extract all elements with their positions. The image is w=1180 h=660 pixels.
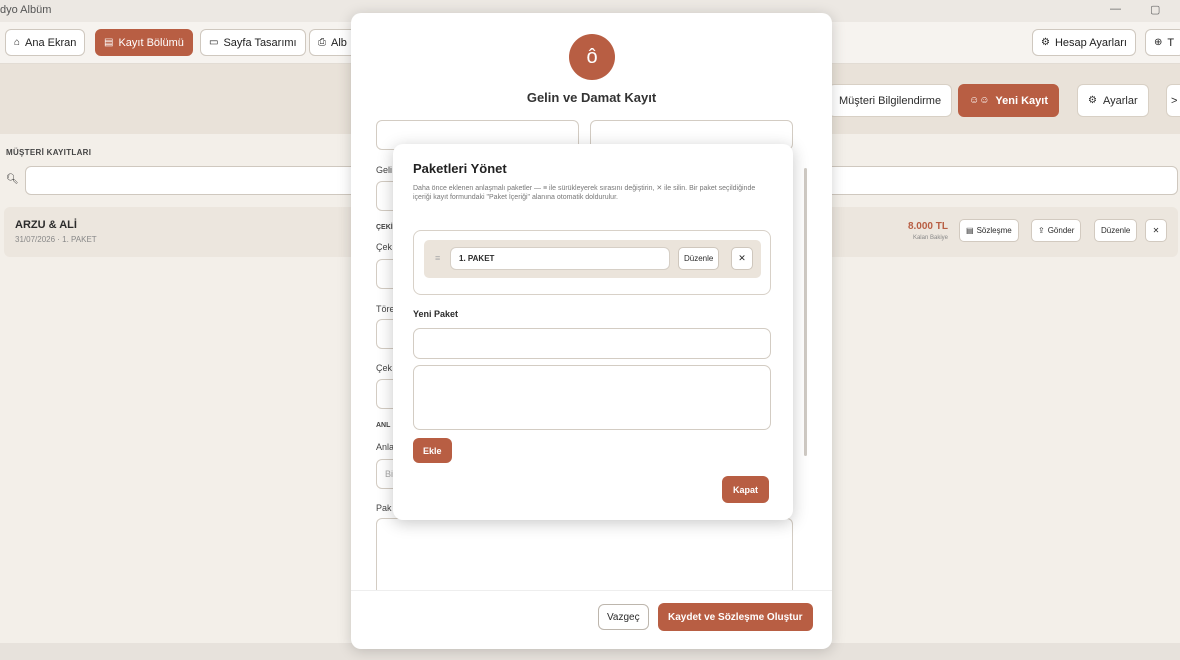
nav-home-button[interactable]: ⌂ Ana Ekran [5,29,86,56]
record-subtitle: 31/07/2026 · 1. PAKET [15,235,97,244]
nav-page-design-button[interactable]: ▭ Sayfa Tasarımı [200,29,306,56]
field-label: Çek [376,242,393,252]
calendar-icon: ▤ [104,37,114,48]
modal-title: Gelin ve Damat Kayıt [526,90,657,105]
document-icon: ▤ [966,226,974,235]
search-icon: 🔍︎ [6,174,19,185]
customer-info-button[interactable]: Müşteri Bilgilendirme [828,84,953,117]
cancel-button[interactable]: Vazgeç [598,604,649,630]
settings-button[interactable]: ⚙ Ayarlar [1077,84,1149,117]
couple-icon: ☺☺ [969,95,990,106]
field-label: Töre [376,304,395,314]
list-item[interactable]: ≡ 1. PAKET Düzenle ✕ [424,240,761,278]
printer-icon: ⎙ [318,37,326,48]
app-title: dyo Albüm [0,4,52,16]
record-amount-label: Kalan Bakiye [912,235,948,241]
delete-record-button[interactable]: ✕ [1145,219,1167,242]
ring-icon: ô [569,34,615,80]
package-list: ≡ 1. PAKET Düzenle ✕ [413,230,771,295]
package-name[interactable]: 1. PAKET [450,247,670,270]
close-icon: ✕ [738,253,746,263]
package-modal: Paketleri Yönet Daha önce eklenen anlaşm… [393,144,793,520]
home-icon: ⌂ [14,37,21,48]
close-button[interactable]: Kapat [722,476,770,503]
overflow-button[interactable]: > [1166,84,1180,117]
field-label: Çek [376,363,393,373]
account-settings-button[interactable]: ⚙ Hesap Ayarları [1032,29,1136,56]
field-label: Anla [376,442,395,452]
new-package-label: Yeni Paket [413,309,459,319]
drag-handle-icon[interactable]: ≡ [435,253,440,263]
gear-icon: ⚙ [1041,37,1050,48]
gear-icon: ⚙ [1088,95,1097,106]
edit-record-button[interactable]: Düzenle [1094,219,1138,242]
book-icon: ▭ [209,37,219,48]
language-button[interactable]: ⊕ T [1145,29,1180,56]
modal-scrollbar[interactable] [804,168,807,456]
send-button[interactable]: ⇪ Gönder [1031,219,1082,242]
nav-register-button[interactable]: ▤ Kayıt Bölümü [95,29,193,56]
package-modal-title: Paketleri Yönet [413,161,507,176]
record-name: ARZU & ALİ [15,219,77,231]
modal-footer-divider [351,590,832,591]
minimize-icon[interactable]: — [1110,3,1121,15]
add-package-button[interactable]: Ekle [413,438,452,463]
section-label: ANL [376,422,391,429]
delete-package-button[interactable]: ✕ [731,247,753,270]
new-record-button[interactable]: ☺☺ Yeni Kayıt [958,84,1059,117]
package-content-textarea[interactable] [376,518,793,590]
record-amount: 8.000 TL [907,221,948,232]
globe-icon: ⊕ [1154,37,1163,48]
field-label: Pak [376,503,392,513]
save-button[interactable]: Kaydet ve Sözleşme Oluştur [658,603,813,631]
new-package-content-textarea[interactable] [413,365,771,430]
section-label: ÇEKİ [376,224,393,231]
contract-button[interactable]: ▤ Sözleşme [959,219,1019,242]
records-section-title: MÜŞTERİ KAYITLARI [6,148,92,157]
share-icon: ⇪ [1038,226,1045,235]
maximize-icon[interactable]: ▢ [1150,3,1160,16]
edit-package-button[interactable]: Düzenle [678,247,720,270]
new-package-name-input[interactable] [413,328,771,359]
close-icon: ✕ [1152,226,1160,235]
package-modal-description: Daha önce eklenen anlaşmalı paketler — ≡… [413,185,756,201]
field-label: Geli [376,165,393,175]
